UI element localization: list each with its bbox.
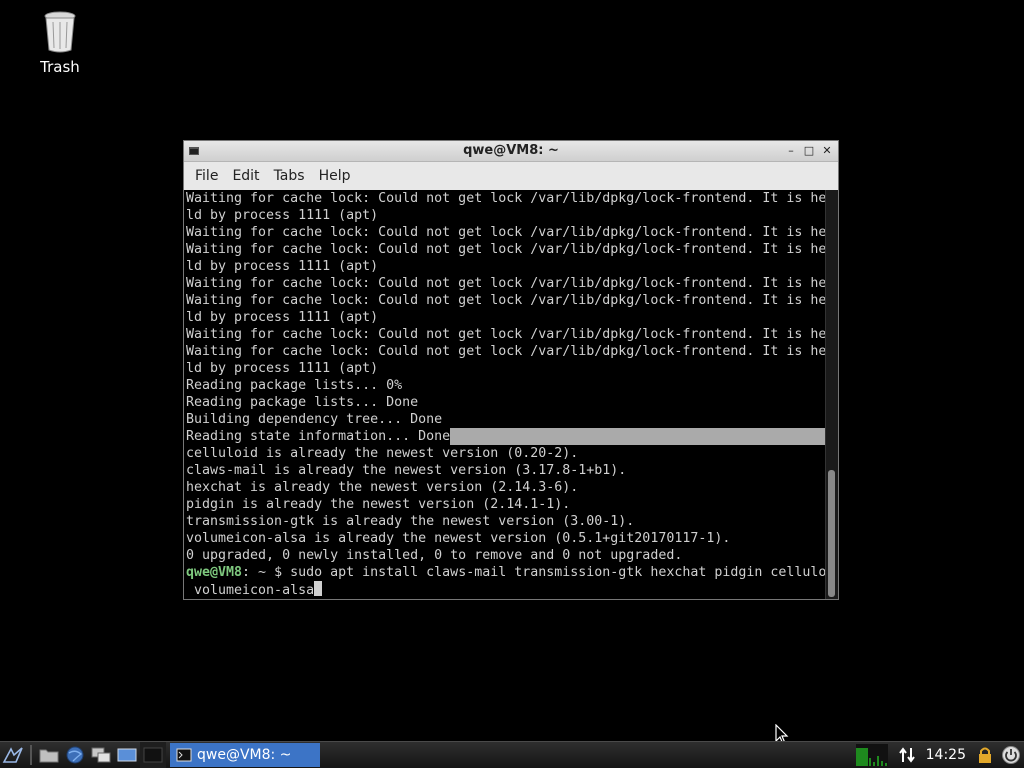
terminal-launcher-icon bbox=[143, 747, 163, 763]
clock[interactable]: 14:25 bbox=[926, 747, 966, 763]
terminal-line: Waiting for cache lock: Could not get lo… bbox=[186, 242, 826, 257]
terminal-line: volumeicon-alsa is already the newest ve… bbox=[186, 531, 731, 546]
terminal-output[interactable]: Waiting for cache lock: Could not get lo… bbox=[184, 190, 826, 599]
close-button[interactable]: ✕ bbox=[820, 143, 834, 157]
taskbar-task-terminal[interactable]: qwe@VM8: ~ bbox=[170, 743, 320, 767]
menu-edit[interactable]: Edit bbox=[225, 168, 266, 184]
terminal-line: hexchat is already the newest version (2… bbox=[186, 480, 579, 495]
terminal-line: ld by process 1111 (apt) bbox=[186, 310, 379, 325]
start-menu-button[interactable] bbox=[0, 742, 26, 768]
scrollbar-thumb[interactable] bbox=[828, 470, 835, 597]
terminal-line: Waiting for cache lock: Could not get lo… bbox=[186, 276, 826, 291]
prompt-command: : ~ $ sudo apt install claws-mail transm… bbox=[242, 565, 826, 580]
browser-button[interactable] bbox=[62, 742, 88, 768]
lock-icon bbox=[979, 747, 991, 763]
terminal-line: celluloid is already the newest version … bbox=[186, 446, 579, 461]
terminal-line: 0 upgraded, 0 newly installed, 0 to remo… bbox=[186, 548, 683, 563]
menu-help[interactable]: Help bbox=[312, 168, 358, 184]
lock-screen-button[interactable] bbox=[972, 742, 998, 768]
terminal-line: ld by process 1111 (apt) bbox=[186, 259, 379, 274]
terminal-line: Waiting for cache lock: Could not get lo… bbox=[186, 191, 826, 206]
file-manager-icon bbox=[39, 749, 59, 763]
network-icon bbox=[898, 747, 915, 763]
terminal-line: pidgin is already the newest version (2.… bbox=[186, 497, 571, 512]
menubar: File Edit Tabs Help bbox=[184, 162, 838, 191]
terminal-line: Waiting for cache lock: Could not get lo… bbox=[186, 225, 826, 240]
minimize-icon: – bbox=[788, 143, 794, 157]
window-switcher-icon bbox=[91, 747, 111, 763]
browser-icon bbox=[66, 746, 84, 764]
power-icon bbox=[1002, 746, 1020, 764]
terminal-input-line[interactable]: volumeicon-alsa bbox=[186, 581, 826, 598]
selection-highlight bbox=[450, 428, 826, 445]
desktop-icon-trash[interactable]: Trash bbox=[30, 10, 90, 76]
terminal-line: Reading package lists... 0% bbox=[186, 378, 403, 393]
trash-icon bbox=[44, 11, 76, 53]
menu-file[interactable]: File bbox=[188, 168, 225, 184]
file-manager-button[interactable] bbox=[36, 742, 62, 768]
terminal-task-icon bbox=[176, 748, 192, 762]
maximize-button[interactable]: □ bbox=[802, 143, 816, 157]
close-icon: ✕ bbox=[822, 143, 832, 157]
prompt-user: qwe@VM8 bbox=[186, 565, 243, 580]
terminal-line: ld by process 1111 (apt) bbox=[186, 208, 379, 223]
taskbar-separator bbox=[30, 745, 32, 765]
text-cursor bbox=[314, 581, 323, 596]
terminal-line-selected: Reading state information... Done bbox=[186, 428, 826, 445]
window-title: qwe@VM8: ~ bbox=[463, 143, 559, 158]
terminal-line: Waiting for cache lock: Could not get lo… bbox=[186, 293, 826, 308]
minimize-button[interactable]: – bbox=[784, 143, 798, 157]
terminal-text: Reading state information... Done bbox=[186, 429, 451, 444]
system-tray: 14:25 bbox=[855, 742, 1024, 768]
maximize-icon: □ bbox=[803, 143, 815, 157]
taskbar-task-label: qwe@VM8: ~ bbox=[197, 747, 292, 763]
show-desktop-button[interactable] bbox=[114, 742, 140, 768]
terminal-line: ld by process 1111 (apt) bbox=[186, 361, 379, 376]
terminal-line: Reading package lists... Done bbox=[186, 395, 419, 410]
network-button[interactable] bbox=[894, 742, 920, 768]
cpu-monitor-icon[interactable] bbox=[855, 744, 888, 766]
window-titlebar[interactable]: qwe@VM8: ~ – □ ✕ bbox=[184, 141, 838, 162]
menu-icon bbox=[2, 747, 23, 763]
terminal-launcher-button[interactable] bbox=[140, 742, 166, 768]
terminal-line: Waiting for cache lock: Could not get lo… bbox=[186, 327, 826, 342]
terminal-line: Waiting for cache lock: Could not get lo… bbox=[186, 344, 826, 359]
terminal-window: qwe@VM8: ~ – □ ✕ File Edit Tabs Help Wai… bbox=[183, 140, 839, 600]
show-desktop-icon bbox=[117, 748, 137, 762]
scrollbar[interactable] bbox=[825, 190, 838, 599]
terminal-line: transmission-gtk is already the newest v… bbox=[186, 514, 635, 529]
terminal-prompt-line: qwe@VM8: ~ $ sudo apt install claws-mail… bbox=[186, 564, 826, 581]
command-continuation: volumeicon-alsa bbox=[186, 583, 315, 598]
power-button[interactable] bbox=[998, 742, 1024, 768]
taskbar: qwe@VM8: ~ 14:25 bbox=[0, 741, 1024, 768]
trash-label: Trash bbox=[40, 58, 80, 76]
terminal-line: claws-mail is already the newest version… bbox=[186, 463, 627, 478]
menu-tabs[interactable]: Tabs bbox=[267, 168, 312, 184]
terminal-line: Building dependency tree... Done bbox=[186, 412, 443, 427]
window-switcher-button[interactable] bbox=[88, 742, 114, 768]
